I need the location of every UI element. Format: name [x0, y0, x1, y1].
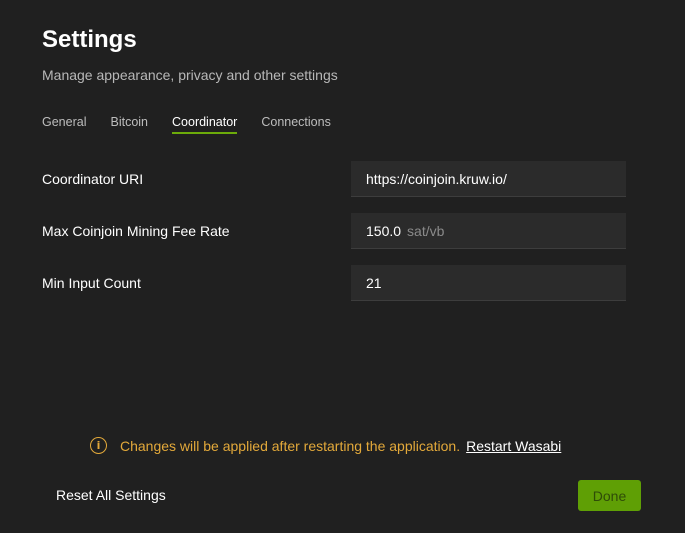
reset-all-settings-button[interactable]: Reset All Settings: [56, 487, 166, 503]
info-icon: i: [90, 437, 107, 454]
restart-wasabi-link[interactable]: Restart Wasabi: [466, 438, 561, 454]
tab-coordinator[interactable]: Coordinator: [172, 114, 238, 134]
coordinator-uri-value: https://coinjoin.kruw.io/: [366, 170, 507, 187]
max-fee-rate-input[interactable]: 150.0 sat/vb: [351, 213, 626, 249]
tab-bitcoin[interactable]: Bitcoin: [110, 114, 148, 134]
coordinator-uri-label: Coordinator URI: [42, 171, 144, 187]
max-fee-rate-unit: sat/vb: [407, 222, 445, 239]
max-fee-rate-label: Max Coinjoin Mining Fee Rate: [42, 223, 230, 239]
restart-notice: i Changes will be applied after restarti…: [90, 437, 561, 454]
min-input-count-input[interactable]: 21: [351, 265, 626, 301]
min-input-count-value: 21: [366, 274, 382, 291]
settings-tabs: General Bitcoin Coordinator Connections: [42, 114, 355, 134]
max-fee-rate-value: 150.0: [366, 222, 402, 239]
restart-notice-text: Changes will be applied after restarting…: [120, 437, 461, 454]
page-title: Settings: [42, 26, 137, 53]
page-subtitle: Manage appearance, privacy and other set…: [42, 67, 338, 83]
min-input-count-label: Min Input Count: [42, 275, 141, 291]
coordinator-uri-input[interactable]: https://coinjoin.kruw.io/: [351, 161, 626, 197]
tab-general[interactable]: General: [42, 114, 86, 134]
tab-connections[interactable]: Connections: [261, 114, 331, 134]
done-button[interactable]: Done: [578, 480, 641, 511]
